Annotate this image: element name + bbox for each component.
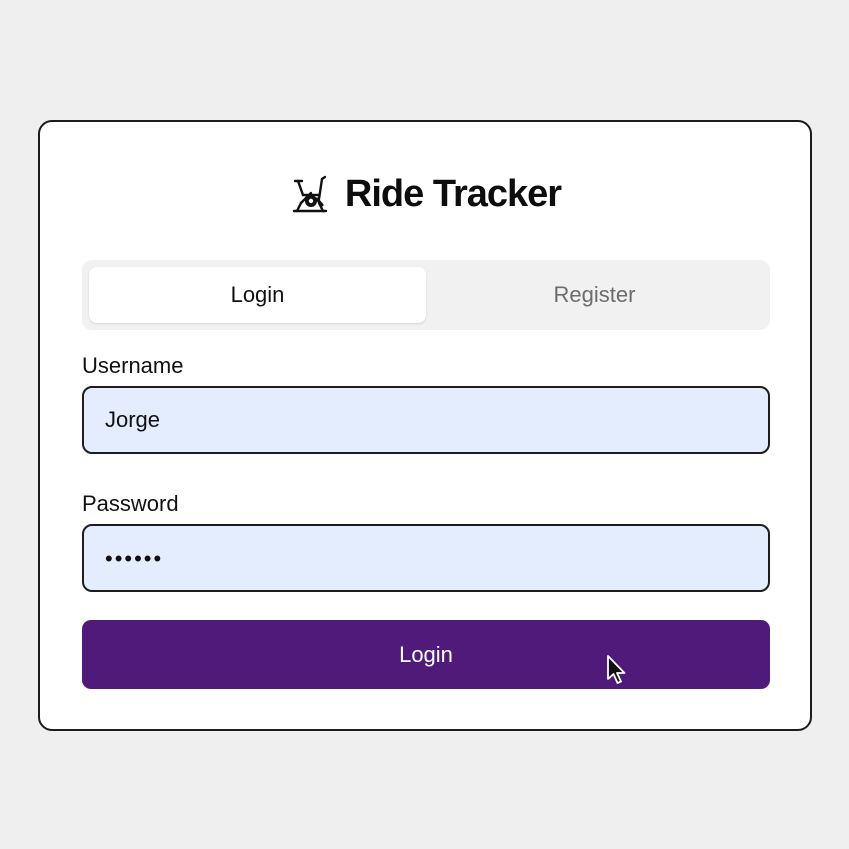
password-field[interactable]: ••••••: [82, 524, 770, 592]
username-field[interactable]: Jorge: [82, 386, 770, 454]
app-title: Ride Tracker: [344, 173, 562, 215]
page: Ride Tracker Login Register Username Jor…: [0, 0, 849, 849]
tab-login[interactable]: Login: [89, 267, 426, 323]
tab-register[interactable]: Register: [426, 267, 763, 323]
exercise-bike-icon: [292, 175, 328, 213]
brand-header: Ride Tracker: [40, 172, 810, 216]
login-button[interactable]: Login: [82, 620, 770, 689]
auth-tabs: Login Register: [82, 260, 770, 330]
login-card: Ride Tracker Login Register Username Jor…: [38, 120, 812, 731]
password-label: Password: [82, 491, 179, 516]
mouse-pointer-icon: [607, 655, 626, 684]
username-label: Username: [82, 353, 184, 378]
